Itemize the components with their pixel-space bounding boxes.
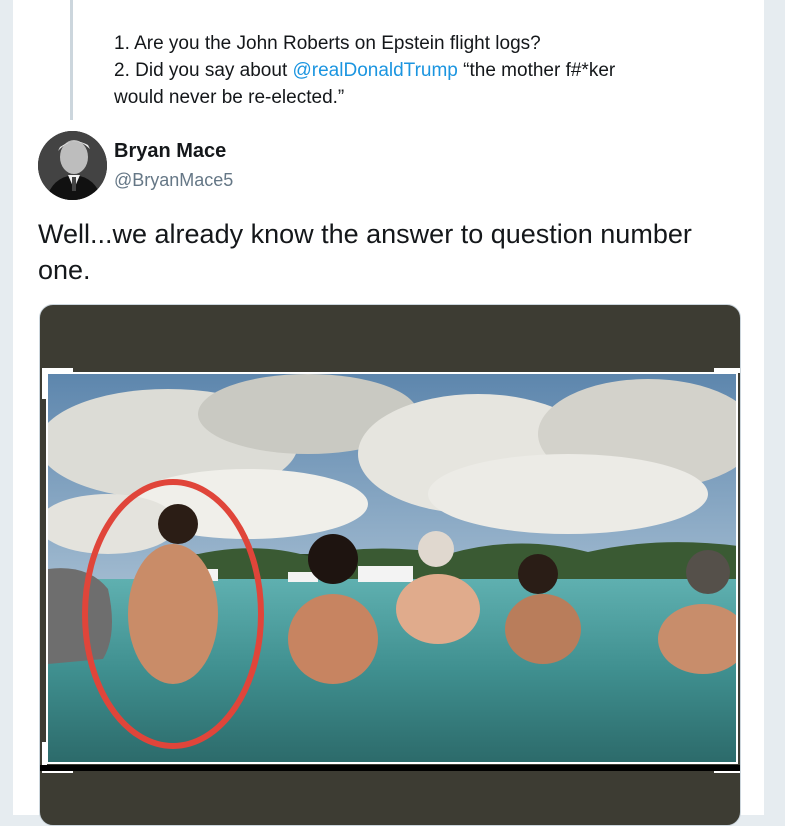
quoted-line-2: 2. Did you say about @realDonaldTrump “t…	[114, 57, 734, 84]
crop-handle-top-right[interactable]	[714, 368, 740, 399]
crop-handle-top-left[interactable]	[42, 368, 73, 399]
quoted-line-2-prefix: 2. Did you say about	[114, 60, 293, 81]
author-name[interactable]: Bryan Mace	[114, 140, 226, 163]
quoted-line-3: would never be re-elected.”	[114, 87, 345, 108]
tweet-media[interactable]	[39, 304, 741, 826]
quoted-line-2-suffix: “the mother f#*ker	[457, 60, 616, 81]
profile-photo-icon	[38, 131, 107, 200]
tweet-card: 1. Are you the John Roberts on Epstein f…	[12, 0, 765, 826]
quoted-tweet-text: 1. Are you the John Roberts on Epstein f…	[114, 30, 734, 111]
thread-rail	[70, 0, 73, 120]
mention-link[interactable]: @realDonaldTrump	[293, 60, 458, 81]
avatar[interactable]	[38, 131, 107, 200]
crop-frame	[46, 372, 738, 764]
quoted-line-1: 1. Are you the John Roberts on Epstein f…	[114, 33, 541, 54]
media-bottom-bar	[40, 765, 740, 771]
tweet-text: Well...we already know the answer to que…	[38, 219, 692, 285]
author-handle[interactable]: @BryanMace5	[114, 170, 233, 191]
